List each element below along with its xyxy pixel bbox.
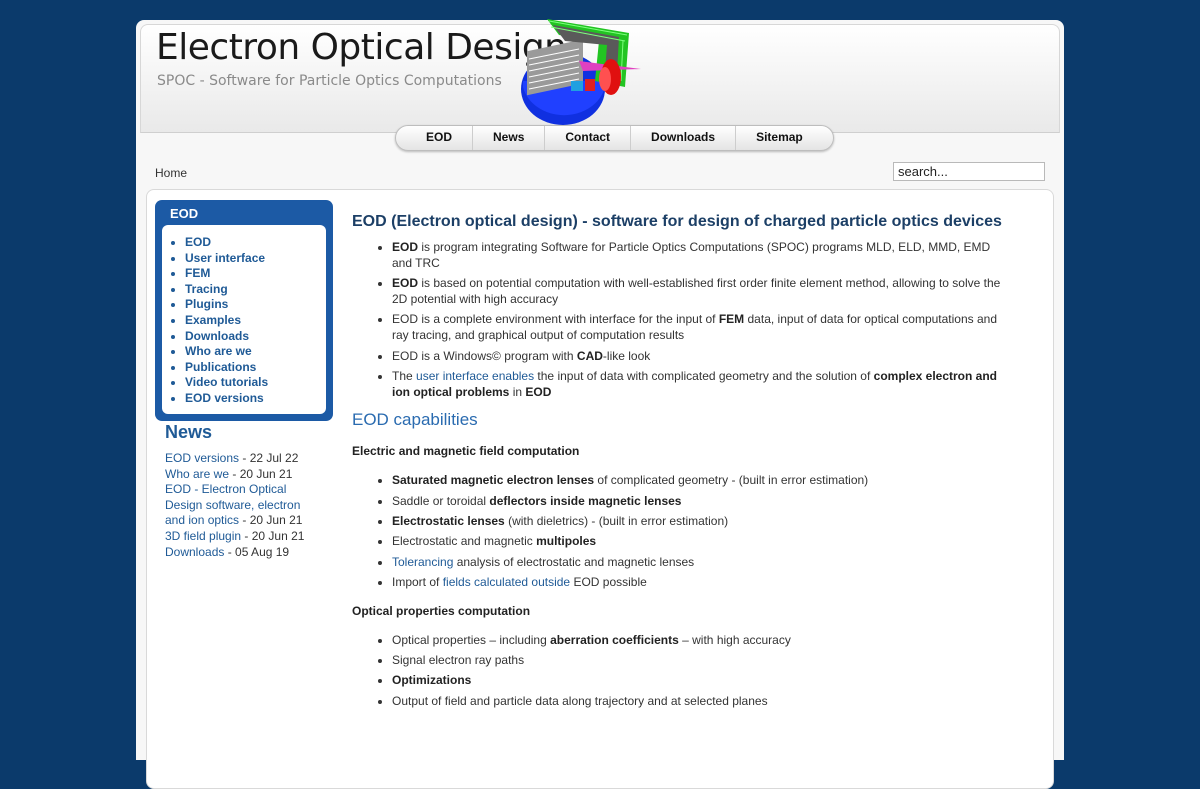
- field-computation-list: Saturated magnetic electron lenses of co…: [352, 473, 1002, 590]
- sidebar-item-eod: EOD: [185, 235, 326, 251]
- list-item: Saturated magnetic electron lenses of co…: [392, 473, 1002, 489]
- sidebar-link-downloads[interactable]: Downloads: [185, 329, 249, 343]
- article-title: EOD (Electron optical design) - software…: [352, 213, 1002, 230]
- news-item: Who are we - 20 Jun 21: [165, 467, 315, 483]
- site-logo-icon[interactable]: [519, 11, 651, 133]
- breadcrumb-home[interactable]: Home: [155, 166, 187, 180]
- news-item: EOD - Electron Optical Design software, …: [165, 482, 315, 529]
- header: Electron Optical Design SPOC - Software …: [140, 19, 1060, 133]
- page: Electron Optical Design SPOC - Software …: [136, 19, 1064, 789]
- sidebar-item-user-interface: User interface: [185, 251, 326, 267]
- sidebar-item-eod-versions: EOD versions: [185, 391, 326, 407]
- tolerancing-link[interactable]: Tolerancing: [392, 555, 453, 569]
- sidebar-link-publications[interactable]: Publications: [185, 360, 256, 374]
- news-date: - 20 Jun 21: [229, 466, 293, 481]
- sidebar-item-who-are-we: Who are we: [185, 344, 326, 360]
- optical-properties-list: Optical properties – including aberratio…: [352, 633, 1002, 710]
- sidebar-item-publications: Publications: [185, 360, 326, 376]
- list-item: EOD is based on potential computation wi…: [392, 276, 1002, 307]
- capabilities-heading: EOD capabilities: [352, 410, 478, 430]
- list-item: Optimizations: [392, 673, 1002, 689]
- news-link[interactable]: EOD versions: [165, 451, 239, 465]
- sidebar-title: EOD: [170, 206, 199, 221]
- news-date: - 20 Jun 21: [241, 528, 305, 543]
- list-item: Import of fields calculated outside EOD …: [392, 575, 1002, 591]
- list-item: Saddle or toroidal deflectors inside mag…: [392, 494, 1002, 510]
- list-item: EOD is a Windows© program with CAD-like …: [392, 349, 1002, 365]
- sidebar-link-user-interface[interactable]: User interface: [185, 251, 265, 265]
- user-interface-link[interactable]: user interface enables: [416, 369, 534, 383]
- sidebar-link-who-are-we[interactable]: Who are we: [185, 344, 252, 358]
- sidebar-item-plugins: Plugins: [185, 297, 326, 313]
- sidebar-link-fem[interactable]: FEM: [185, 266, 210, 280]
- optical-properties-heading: Optical properties computation: [352, 603, 531, 618]
- sidebar-link-examples[interactable]: Examples: [185, 313, 241, 327]
- list-item: Signal electron ray paths: [392, 653, 1002, 669]
- sidebar-link-tracing[interactable]: Tracing: [185, 282, 228, 296]
- main-nav: EOD News Contact Downloads Sitemap: [395, 125, 834, 151]
- list-item: The user interface enables the input of …: [392, 369, 1002, 400]
- news-item: Downloads - 05 Aug 19: [165, 545, 315, 561]
- news-link[interactable]: Who are we: [165, 467, 229, 481]
- sidebar-link-plugins[interactable]: Plugins: [185, 297, 228, 311]
- sidebar-item-downloads: Downloads: [185, 329, 326, 345]
- site-slogan: SPOC - Software for Particle Optics Comp…: [157, 73, 502, 89]
- sidebar-menu: EOD EOD User interface FEM Tracing Plugi…: [155, 200, 333, 421]
- list-item: Tolerancing analysis of electrostatic an…: [392, 555, 1002, 571]
- sidebar-link-eod-versions[interactable]: EOD versions: [185, 391, 264, 405]
- list-item: EOD is a complete environment with inter…: [392, 312, 1002, 343]
- sidebar-item-tracing: Tracing: [185, 282, 326, 298]
- list-item: Electrostatic lenses (with dieletrics) -…: [392, 514, 1002, 530]
- news-link[interactable]: Downloads: [165, 545, 224, 559]
- sidebar-list-panel: EOD User interface FEM Tracing Plugins E…: [162, 225, 326, 414]
- fields-calculated-outside-link[interactable]: fields calculated outside: [443, 575, 570, 589]
- news-item: 3D field plugin - 20 Jun 21: [165, 529, 315, 545]
- nav-news[interactable]: News: [472, 126, 544, 150]
- sidebar-link-eod[interactable]: EOD: [185, 235, 211, 249]
- nav-contact[interactable]: Contact: [544, 126, 630, 150]
- field-computation-heading: Electric and magnetic field computation: [352, 444, 580, 459]
- news-list: EOD versions - 22 Jul 22 Who are we - 20…: [165, 451, 315, 560]
- list-item: EOD is program integrating Software for …: [392, 240, 1002, 271]
- sidebar-link-video-tutorials[interactable]: Video tutorials: [185, 375, 268, 389]
- news-date: - 22 Jul 22: [239, 451, 299, 465]
- news-date: - 05 Aug 19: [224, 544, 290, 559]
- main-article: EOD (Electron optical design) - software…: [352, 212, 1002, 714]
- sidebar-item-fem: FEM: [185, 266, 326, 282]
- content-area: EOD EOD User interface FEM Tracing Plugi…: [146, 189, 1054, 789]
- sidebar-item-examples: Examples: [185, 313, 326, 329]
- list-item: Optical properties – including aberratio…: [392, 633, 1002, 649]
- nav-eod[interactable]: EOD: [406, 126, 472, 150]
- site-title[interactable]: Electron Optical Design: [156, 27, 567, 68]
- nav-downloads[interactable]: Downloads: [630, 126, 735, 150]
- sidebar-item-video-tutorials: Video tutorials: [185, 375, 326, 391]
- news-item: EOD versions - 22 Jul 22: [165, 451, 315, 467]
- news-link[interactable]: 3D field plugin: [165, 529, 241, 543]
- intro-list: EOD is program integrating Software for …: [352, 240, 1002, 400]
- news-heading: News: [165, 422, 213, 442]
- news-date: - 20 Jun 21: [239, 513, 303, 528]
- search-input[interactable]: [893, 162, 1045, 181]
- list-item: Output of field and particle data along …: [392, 694, 1002, 710]
- nav-sitemap[interactable]: Sitemap: [735, 126, 823, 150]
- list-item: Electrostatic and magnetic multipoles: [392, 534, 1002, 550]
